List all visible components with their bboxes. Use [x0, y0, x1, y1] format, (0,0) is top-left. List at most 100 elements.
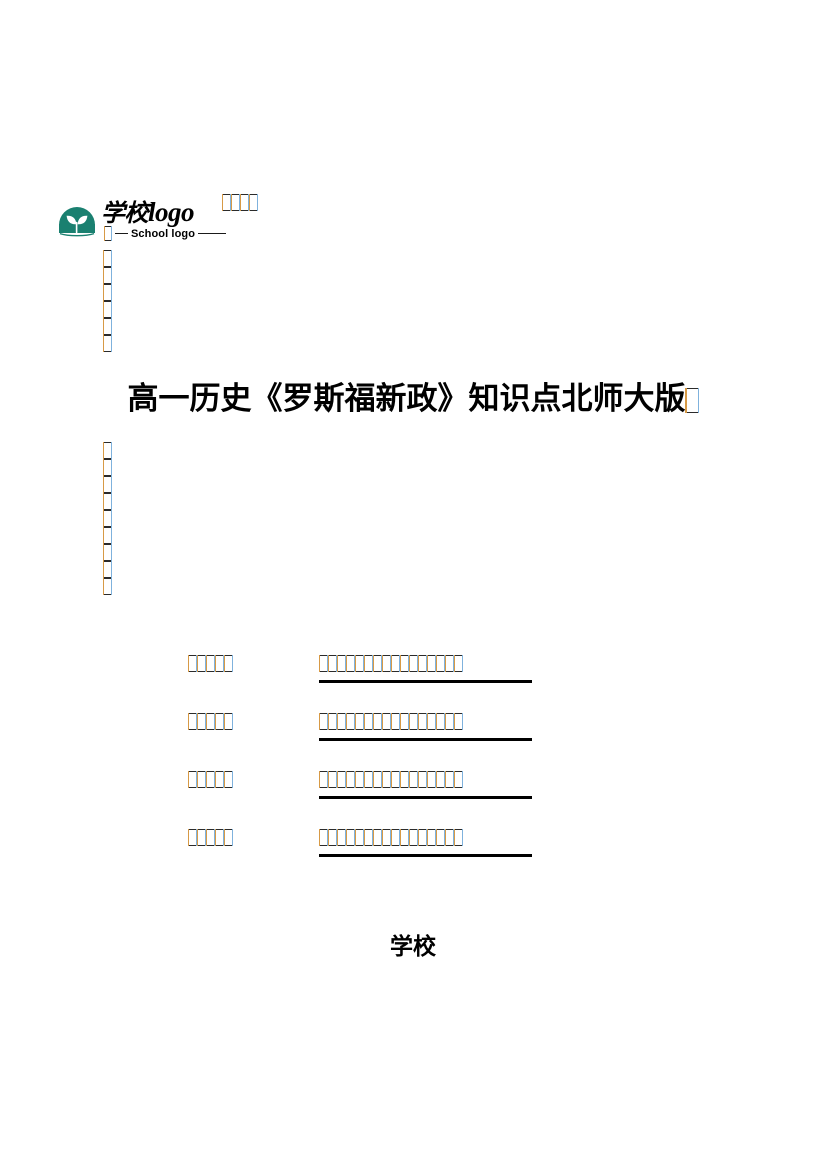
form-field-underline [319, 796, 532, 799]
form-row [187, 828, 608, 886]
missing-glyph-placeholder [417, 770, 428, 789]
missing-glyph-placeholder [453, 770, 464, 789]
missing-glyph-placeholder [426, 770, 437, 789]
missing-glyph-placeholder [214, 654, 225, 673]
form-field-value[interactable] [318, 770, 464, 792]
missing-glyph-placeholder [187, 828, 198, 847]
missing-glyph-placeholder [102, 526, 113, 545]
missing-glyph-placeholder [417, 654, 428, 673]
missing-glyph-placeholder [381, 712, 392, 731]
missing-glyph-placeholder [205, 828, 216, 847]
spacer-placeholder-column-1 [102, 249, 113, 353]
missing-glyph-placeholder [435, 712, 446, 731]
missing-glyph-placeholder [363, 654, 374, 673]
missing-glyph-placeholder [187, 770, 198, 789]
missing-glyph-placeholder [336, 712, 347, 731]
missing-glyph-placeholder [345, 770, 356, 789]
missing-glyph-placeholder [408, 828, 419, 847]
missing-glyph-placeholder [435, 828, 446, 847]
missing-glyph-placeholder [685, 387, 699, 414]
missing-glyph-placeholder [354, 770, 365, 789]
missing-glyph-placeholder [345, 654, 356, 673]
school-logo-wordmark: 学校logo [101, 196, 195, 229]
missing-glyph-placeholder [214, 770, 225, 789]
form-row [187, 654, 608, 712]
missing-glyph-placeholder [354, 712, 365, 731]
missing-glyph-placeholder [196, 770, 207, 789]
form-row [187, 770, 608, 828]
missing-glyph-placeholder [223, 712, 234, 731]
missing-glyph-placeholder [426, 654, 437, 673]
form-field-value[interactable] [318, 712, 464, 734]
missing-glyph-placeholder [435, 654, 446, 673]
missing-glyph-placeholder [453, 712, 464, 731]
form-field-underline [319, 680, 532, 683]
missing-glyph-placeholder [381, 770, 392, 789]
missing-glyph-placeholder [390, 712, 401, 731]
missing-glyph-placeholder [223, 828, 234, 847]
missing-glyph-placeholder [336, 654, 347, 673]
missing-glyph-placeholder [372, 712, 383, 731]
school-logo-subtitle: School logo [131, 227, 196, 240]
missing-glyph-placeholder [390, 654, 401, 673]
header-placeholder-group [221, 193, 259, 213]
school-sprout-logo-icon [56, 200, 98, 242]
missing-glyph-placeholder [102, 317, 113, 336]
missing-glyph-placeholder [214, 712, 225, 731]
missing-glyph-placeholder [103, 225, 113, 242]
missing-glyph-placeholder [196, 828, 207, 847]
missing-glyph-placeholder [327, 770, 338, 789]
missing-glyph-placeholder [187, 712, 198, 731]
missing-glyph-placeholder [435, 770, 446, 789]
missing-glyph-placeholder [408, 712, 419, 731]
missing-glyph-placeholder [390, 828, 401, 847]
missing-glyph-placeholder [239, 193, 250, 212]
subtitle-rule-right [198, 232, 227, 235]
missing-glyph-placeholder [345, 828, 356, 847]
missing-glyph-placeholder [102, 475, 113, 494]
missing-glyph-placeholder [221, 193, 232, 212]
missing-glyph-placeholder [205, 770, 216, 789]
document-title: 高一历史《罗斯福新政》知识点北师大版 [0, 378, 826, 420]
missing-glyph-placeholder [102, 543, 113, 562]
missing-glyph-placeholder [102, 492, 113, 511]
missing-glyph-placeholder [318, 712, 329, 731]
form-field-label [187, 770, 234, 792]
missing-glyph-placeholder [318, 770, 329, 789]
missing-glyph-placeholder [327, 828, 338, 847]
missing-glyph-placeholder [372, 828, 383, 847]
logo-wordmark-cjk: 学校 [101, 199, 149, 227]
form-field-value[interactable] [318, 654, 464, 676]
missing-glyph-placeholder [196, 712, 207, 731]
missing-glyph-placeholder [399, 770, 410, 789]
missing-glyph-placeholder [444, 828, 455, 847]
missing-glyph-placeholder [417, 828, 428, 847]
missing-glyph-placeholder [408, 654, 419, 673]
missing-glyph-placeholder [102, 334, 113, 353]
missing-glyph-placeholder [426, 712, 437, 731]
missing-glyph-placeholder [372, 654, 383, 673]
missing-glyph-placeholder [363, 828, 374, 847]
missing-glyph-placeholder [399, 654, 410, 673]
missing-glyph-placeholder [102, 577, 113, 596]
form-field-label [187, 712, 234, 734]
missing-glyph-placeholder [444, 770, 455, 789]
missing-glyph-placeholder [187, 654, 198, 673]
missing-glyph-placeholder [399, 712, 410, 731]
form-field-value[interactable] [318, 828, 464, 850]
missing-glyph-placeholder [102, 249, 113, 268]
missing-glyph-placeholder [102, 266, 113, 285]
missing-glyph-placeholder [336, 770, 347, 789]
form-field-underline [319, 854, 532, 857]
missing-glyph-placeholder [444, 712, 455, 731]
missing-glyph-placeholder [381, 828, 392, 847]
missing-glyph-placeholder [399, 828, 410, 847]
form-field-underline [319, 738, 532, 741]
missing-glyph-placeholder [102, 441, 113, 460]
footer-school-label: 学校 [390, 934, 436, 960]
missing-glyph-placeholder [426, 828, 437, 847]
missing-glyph-placeholder [363, 770, 374, 789]
missing-glyph-placeholder [390, 770, 401, 789]
subtitle-rule-left [115, 232, 128, 235]
missing-glyph-placeholder [453, 654, 464, 673]
